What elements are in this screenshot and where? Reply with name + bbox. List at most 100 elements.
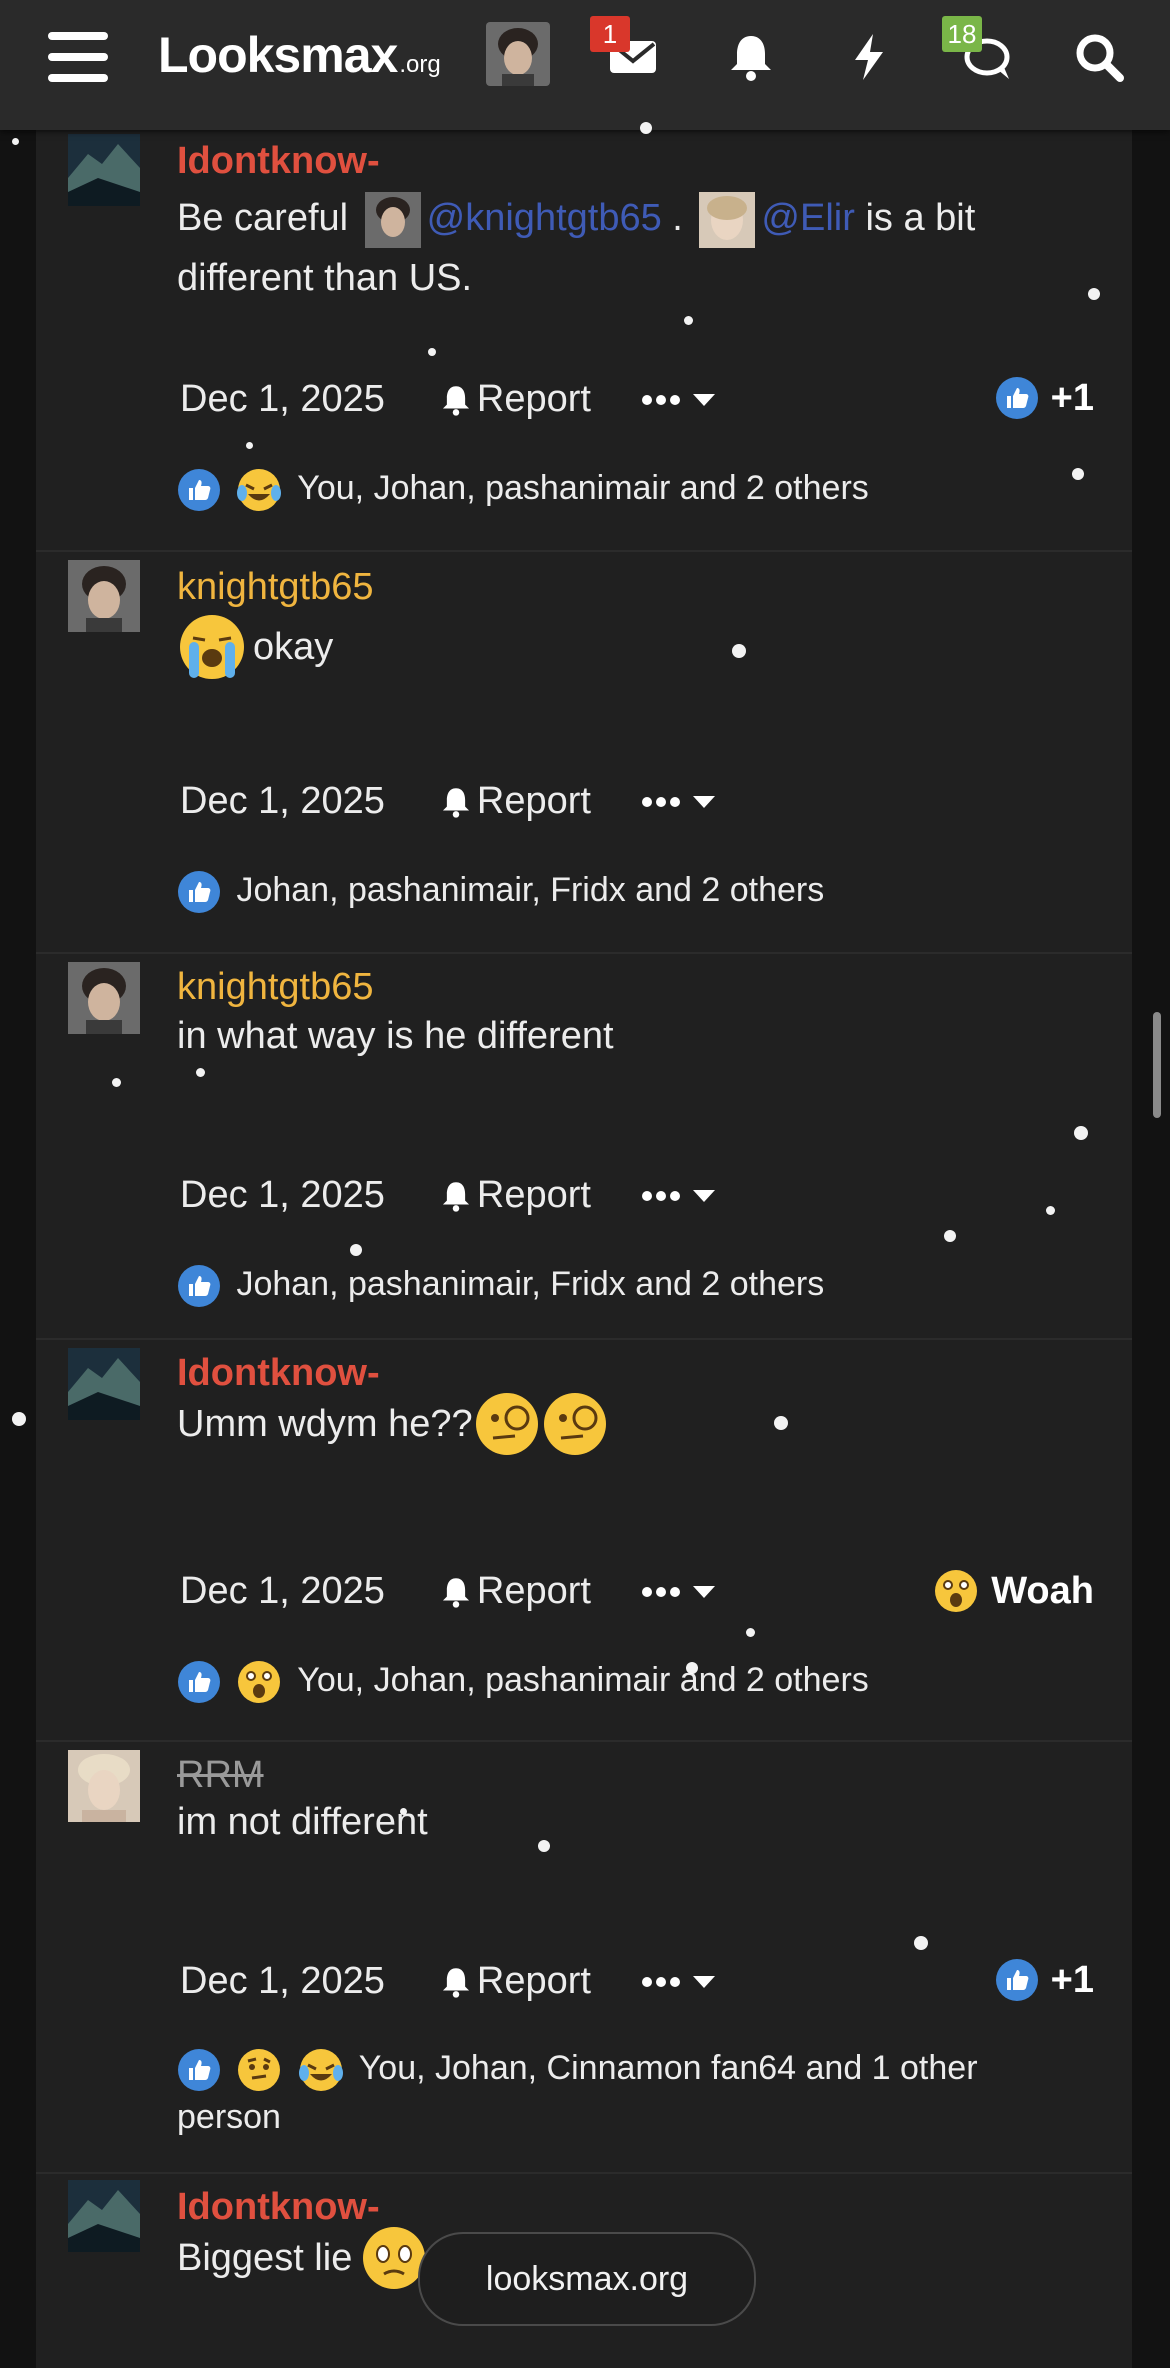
chat-icon[interactable]: 18 [942,16,1020,92]
like-icon [178,469,220,512]
bell-icon [442,1967,469,1998]
snowflake-decoration [538,1840,550,1852]
search-icon[interactable] [1064,22,1134,92]
top-navigation-bar: Looksmax.org 1 18 [0,0,1170,130]
avatar[interactable] [68,134,140,206]
avatar[interactable] [68,2180,140,2252]
snowflake-decoration [686,1662,698,1674]
reaction-summary[interactable]: Johan, pashanimair, Fridx and 2 others [177,1260,1077,1308]
more-options-button[interactable] [641,1186,717,1206]
logo-suffix: .org [399,51,441,78]
avatar [699,191,756,248]
monocle-emoji-icon [475,1393,538,1455]
more-options-button[interactable] [641,1582,717,1602]
avatar[interactable] [68,560,140,632]
post-item: Idontknow- Be careful @knightgtb65 . @El… [36,130,1132,552]
report-button[interactable]: Report [441,378,591,421]
reaction-users: You, Johan, pashanimair and 2 others [297,469,869,507]
snowflake-decoration [246,442,253,449]
username[interactable]: RRM [177,1754,264,1797]
post-item: knightgtb65 in what way is he different … [36,954,1132,1340]
logo-text: Looksmax [158,27,398,83]
like-icon [178,1265,220,1308]
like-icon [995,377,1038,419]
snowflake-decoration [400,1808,407,1815]
post-date[interactable]: Dec 1, 2025 [180,780,385,823]
more-options-button[interactable] [641,792,717,812]
site-url-pill[interactable]: looksmax.org [418,2232,756,2326]
more-icon [641,1189,715,1202]
reaction-label: Woah [991,1569,1094,1612]
snowflake-decoration [944,1230,956,1242]
report-button[interactable]: Report [441,780,591,823]
more-options-button[interactable] [641,390,717,410]
snowflake-decoration [1046,1206,1055,1215]
mail-icon[interactable]: 1 [590,16,668,92]
report-button[interactable]: Report [441,1570,591,1613]
snowflake-decoration [12,1412,26,1426]
report-button[interactable]: Report [441,1960,591,2003]
post-date[interactable]: Dec 1, 2025 [180,1960,385,2003]
post-date[interactable]: Dec 1, 2025 [180,1570,385,1613]
report-label: Report [476,1174,591,1216]
bolt-icon[interactable] [834,22,904,92]
chat-badge: 18 [942,16,982,52]
snowflake-decoration [1074,1126,1088,1140]
post-meta: Dec 1, 2025 Report [180,1960,717,2003]
username[interactable]: knightgtb65 [177,566,374,609]
avatar[interactable] [486,22,550,86]
post-date[interactable]: Dec 1, 2025 [180,1174,385,1217]
avatar[interactable] [68,1750,140,1822]
post-message: im not different [177,1792,1097,1852]
post-meta: Dec 1, 2025 Report [180,780,717,823]
message-text: in what way is he different [177,1015,614,1057]
react-button[interactable]: +1 [995,376,1094,420]
snowflake-decoration [350,1244,362,1256]
reaction-summary[interactable]: You, Johan, pashanimair and 2 others [177,1656,1077,1705]
reaction-summary[interactable]: Johan, pashanimair, Fridx and 2 others [177,866,1077,914]
loudly-crying-emoji-icon [180,615,244,679]
monocle-emoji-icon [543,1393,606,1455]
report-label: Report [476,378,591,420]
like-icon [995,1959,1038,2001]
reaction-users: You, Johan, pashanimair and 2 others [297,1661,869,1699]
more-icon [641,393,715,406]
react-button[interactable]: Woah [933,1568,1094,1614]
reaction-summary[interactable]: You, Johan, Cinnamon fan64 and 1 other p… [177,2044,1077,2141]
scrollbar[interactable] [1153,1012,1161,1118]
bell-icon[interactable] [716,22,786,92]
snowflake-decoration [684,316,693,325]
more-options-button[interactable] [641,1972,717,1992]
message-text: okay [253,626,334,668]
snowflake-decoration [428,348,436,356]
report-label: Report [476,780,591,822]
post-meta: Dec 1, 2025 Report [180,1174,717,1217]
reaction-label: +1 [1050,1958,1094,2001]
snowflake-decoration [732,644,746,658]
react-button[interactable]: +1 [995,1958,1094,2002]
reaction-summary[interactable]: You, Johan, pashanimair and 2 others [177,464,1077,513]
username[interactable]: knightgtb65 [177,966,374,1009]
post-date[interactable]: Dec 1, 2025 [180,378,385,421]
snowflake-decoration [1088,288,1100,300]
snowflake-decoration [774,1416,788,1430]
reaction-users: Johan, pashanimair, Fridx and 2 others [236,871,825,909]
username[interactable]: Idontknow- [177,1352,380,1395]
menu-icon[interactable] [48,32,108,82]
laughing-crying-emoji-icon [237,469,282,512]
post-message: in what way is he different [177,1006,1097,1066]
avatar[interactable] [68,962,140,1034]
snowflake-decoration [1072,468,1084,480]
username[interactable]: Idontknow- [177,140,380,183]
report-button[interactable]: Report [441,1174,591,1217]
more-icon [641,795,715,808]
snowflake-decoration [914,1936,928,1950]
bell-icon [442,787,469,818]
username[interactable]: Idontknow- [177,2186,380,2229]
report-label: Report [476,1960,591,2002]
like-icon [178,2049,220,2092]
avatar[interactable] [68,1348,140,1420]
mention-link[interactable]: @Elir [761,197,854,239]
site-logo[interactable]: Looksmax.org [158,26,441,84]
mention-link[interactable]: @knightgtb65 [427,197,662,239]
